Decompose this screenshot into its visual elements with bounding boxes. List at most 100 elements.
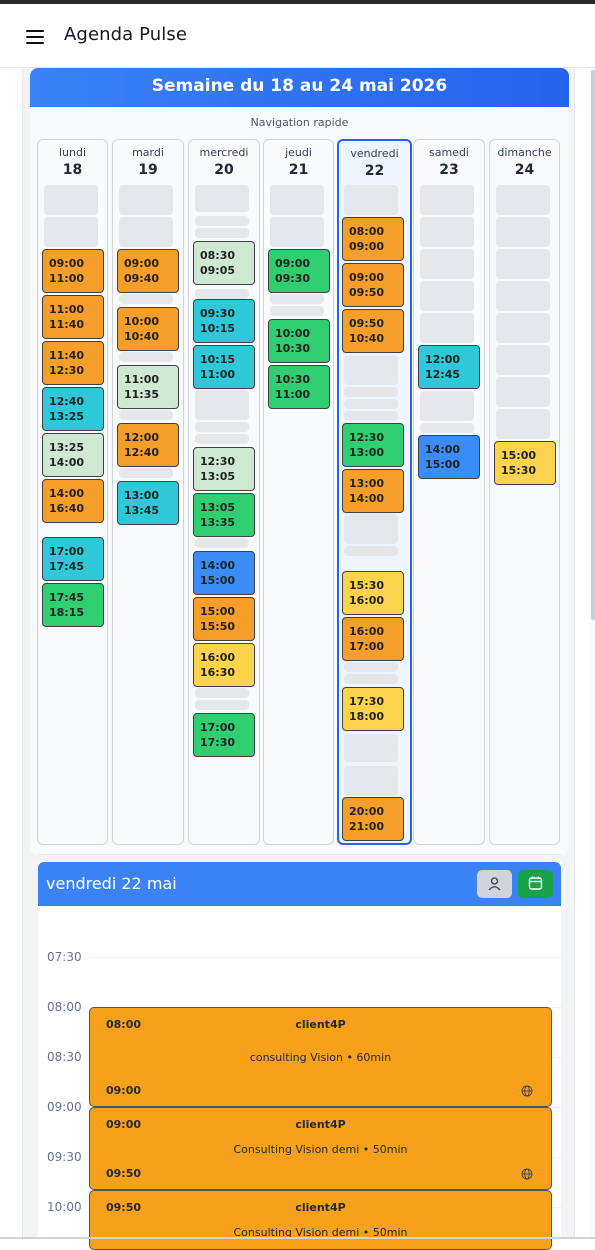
empty-slot[interactable] bbox=[195, 434, 249, 444]
empty-slot[interactable] bbox=[344, 411, 398, 421]
empty-slot[interactable] bbox=[270, 306, 324, 316]
appointment-block[interactable]: 13:05 13:35 bbox=[193, 493, 255, 537]
empty-slot[interactable] bbox=[195, 216, 249, 226]
calendar-view-button[interactable] bbox=[518, 870, 553, 898]
day-appointment[interactable]: client4P 09:00 Consulting Vision demi • 50… bbox=[89, 1107, 552, 1190]
empty-slot[interactable] bbox=[496, 217, 550, 247]
hamburger-menu-icon[interactable] bbox=[24, 28, 46, 46]
appointment-block[interactable]: 14:00 15:00 bbox=[418, 435, 480, 479]
empty-slot[interactable] bbox=[344, 734, 398, 762]
appointment-block[interactable]: 15:30 16:00 bbox=[342, 571, 404, 615]
week-title: Semaine du 18 au 24 mai 2026 bbox=[30, 68, 569, 107]
empty-slot[interactable] bbox=[119, 294, 173, 304]
appointment-block[interactable]: 09:00 09:30 bbox=[268, 249, 330, 293]
appointment-block[interactable]: 13:00 14:00 bbox=[342, 469, 404, 513]
appointment-block[interactable]: 11:00 11:35 bbox=[117, 365, 179, 409]
appointment-block[interactable]: 12:00 12:45 bbox=[418, 345, 480, 389]
empty-slot[interactable] bbox=[195, 538, 249, 548]
appointment-block[interactable]: 17:00 17:30 bbox=[193, 713, 255, 757]
appointment-block[interactable]: 10:30 11:00 bbox=[268, 365, 330, 409]
empty-slot[interactable] bbox=[119, 410, 173, 420]
appointment-block[interactable]: 09:00 09:50 bbox=[342, 263, 404, 307]
day-column-jeudi[interactable]: jeudi 21 09:00 09:30 10:00 10:30 10:30 11:00 bbox=[263, 139, 334, 845]
empty-slot[interactable] bbox=[344, 514, 398, 544]
appointment-block[interactable]: 09:30 10:15 bbox=[193, 299, 255, 343]
appointment-block[interactable]: 11:40 12:30 bbox=[42, 341, 104, 385]
empty-slot[interactable] bbox=[44, 217, 98, 247]
empty-slot[interactable] bbox=[44, 185, 98, 215]
empty-slot[interactable] bbox=[344, 662, 398, 672]
empty-slot[interactable] bbox=[420, 217, 474, 247]
empty-slot[interactable] bbox=[344, 387, 398, 397]
appointment-block[interactable]: 17:45 18:15 bbox=[42, 583, 104, 627]
day-column-mardi[interactable]: mardi 19 09:00 09:40 10:00 10:40 11:00 11:35 12:… bbox=[112, 139, 184, 845]
empty-slot[interactable] bbox=[344, 355, 398, 385]
empty-slot[interactable] bbox=[195, 422, 249, 432]
appointment-block[interactable]: 09:00 11:00 bbox=[42, 249, 104, 293]
day-column-dimanche[interactable]: dimanche 24 15:00 15:30 bbox=[489, 139, 560, 845]
empty-slot[interactable] bbox=[195, 390, 249, 420]
day-column-samedi[interactable]: samedi 23 12:00 12:45 14:00 15:00 bbox=[413, 139, 485, 845]
empty-slot[interactable] bbox=[496, 345, 550, 375]
empty-slot[interactable] bbox=[119, 468, 173, 478]
empty-slot[interactable] bbox=[119, 185, 173, 215]
day-column-lundi[interactable]: lundi 18 09:00 11:00 11:00 11:40 11:40 12:30 12:… bbox=[37, 139, 108, 845]
appointment-block[interactable]: 12:30 13:00 bbox=[342, 423, 404, 467]
empty-slot[interactable] bbox=[119, 352, 173, 362]
appointment-block[interactable]: 08:00 09:00 bbox=[342, 217, 404, 261]
empty-slot[interactable] bbox=[344, 766, 398, 796]
empty-slot[interactable] bbox=[420, 391, 474, 421]
appointment-block[interactable]: 13:00 13:45 bbox=[117, 481, 179, 525]
empty-slot[interactable] bbox=[420, 249, 474, 279]
appointment-block[interactable]: 11:00 11:40 bbox=[42, 295, 104, 339]
appointment-block[interactable]: 17:00 17:45 bbox=[42, 537, 104, 581]
empty-slot[interactable] bbox=[119, 217, 173, 247]
empty-slot[interactable] bbox=[344, 674, 398, 684]
appointment-block[interactable]: 12:40 13:25 bbox=[42, 387, 104, 431]
appointment-block[interactable]: 09:50 10:40 bbox=[342, 309, 404, 353]
appointment-block[interactable]: 14:00 16:40 bbox=[42, 479, 104, 523]
empty-slot[interactable] bbox=[496, 377, 550, 407]
appointment-block[interactable]: 12:00 12:40 bbox=[117, 423, 179, 467]
appointment-block[interactable]: 17:30 18:00 bbox=[342, 687, 404, 731]
appointment-block[interactable]: 13:25 14:00 bbox=[42, 433, 104, 477]
empty-slot[interactable] bbox=[496, 313, 550, 343]
appointment-block[interactable]: 10:00 10:40 bbox=[117, 307, 179, 351]
empty-slot[interactable] bbox=[420, 281, 474, 311]
empty-slot[interactable] bbox=[344, 546, 398, 556]
scrollbar-thumb[interactable] bbox=[591, 70, 595, 620]
empty-slot[interactable] bbox=[195, 228, 249, 238]
appointment-block[interactable]: 14:00 15:00 bbox=[193, 551, 255, 595]
empty-slot[interactable] bbox=[420, 185, 474, 215]
day-appointment[interactable]: client4P 09:50 Consulting Vision demi • 50… bbox=[89, 1190, 552, 1250]
empty-slot[interactable] bbox=[270, 185, 324, 215]
day-column-mercredi[interactable]: mercredi 20 08:30 09:05 09:30 10:15 10:15 11:00… bbox=[188, 139, 260, 845]
day-appointment[interactable]: client4P 08:00 consulting Vision • 60min 09… bbox=[89, 1007, 552, 1107]
empty-slot[interactable] bbox=[496, 185, 550, 215]
empty-slot[interactable] bbox=[420, 423, 474, 433]
appointment-block[interactable]: 08:30 09:05 bbox=[193, 241, 255, 285]
appointment-block[interactable]: 10:00 10:30 bbox=[268, 319, 330, 363]
appointment-block[interactable]: 16:00 16:30 bbox=[193, 643, 255, 687]
appointment-block[interactable]: 20:00 21:00 bbox=[342, 797, 404, 841]
appointment-block[interactable]: 16:00 17:00 bbox=[342, 617, 404, 661]
empty-slot[interactable] bbox=[496, 409, 550, 439]
empty-slot[interactable] bbox=[270, 294, 324, 304]
empty-slot[interactable] bbox=[344, 185, 398, 215]
empty-slot[interactable] bbox=[195, 289, 249, 299]
day-column-vendredi[interactable]: vendredi 22 08:00 09:00 09:00 09:50 09:50 10:40… bbox=[337, 139, 412, 845]
appointment-block[interactable]: 15:00 15:50 bbox=[193, 597, 255, 641]
empty-slot[interactable] bbox=[195, 688, 249, 698]
empty-slot[interactable] bbox=[195, 700, 249, 710]
appointment-block[interactable]: 09:00 09:40 bbox=[117, 249, 179, 293]
appointment-block[interactable]: 15:00 15:30 bbox=[494, 441, 556, 485]
empty-slot[interactable] bbox=[496, 281, 550, 311]
empty-slot[interactable] bbox=[420, 313, 474, 343]
empty-slot[interactable] bbox=[496, 249, 550, 279]
client-view-button[interactable] bbox=[477, 870, 512, 898]
empty-slot[interactable] bbox=[270, 217, 324, 247]
empty-slot[interactable] bbox=[195, 185, 249, 212]
appointment-block[interactable]: 10:15 11:00 bbox=[193, 345, 255, 389]
empty-slot[interactable] bbox=[344, 399, 398, 409]
appointment-block[interactable]: 12:30 13:05 bbox=[193, 447, 255, 491]
